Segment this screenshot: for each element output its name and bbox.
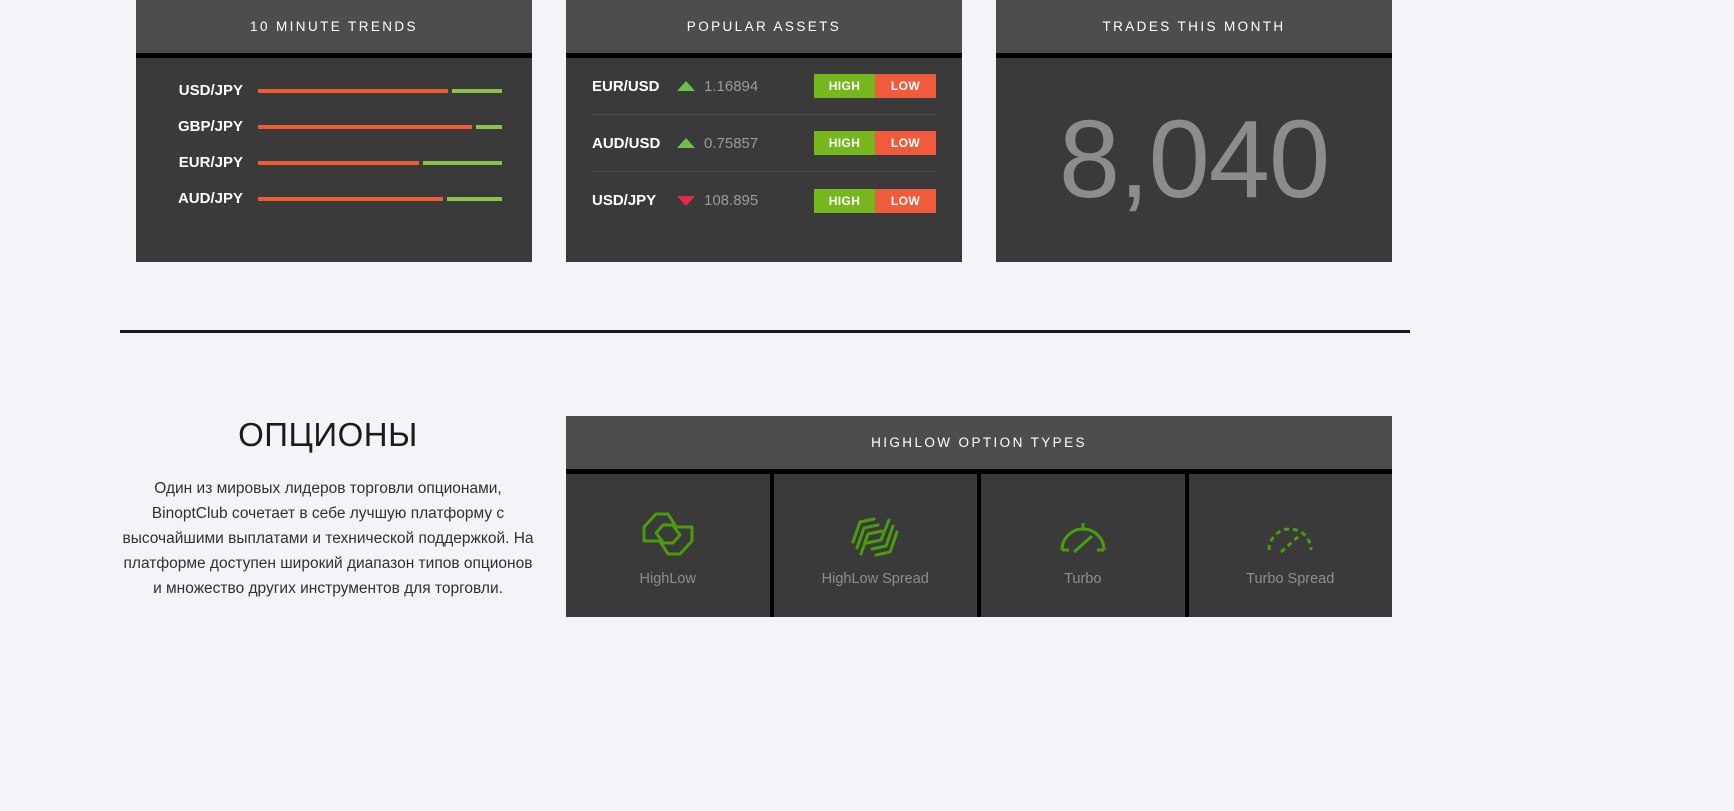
option-types-body: HighLow HighLow Spread Turbo Turbo Sprea…: [566, 474, 1392, 617]
option-type-label: HighLow Spread: [821, 570, 929, 587]
asset-row[interactable]: EUR/USD 1.16894 HIGH LOW: [592, 58, 936, 115]
trend-label: GBP/JPY: [177, 118, 243, 135]
highlow-spread-icon: [846, 505, 904, 563]
trades-card-header: TRADES THIS MONTH: [996, 0, 1392, 58]
option-types-header: HIGHLOW OPTION TYPES: [566, 416, 1392, 474]
low-button[interactable]: LOW: [875, 188, 936, 213]
trend-label: USD/JPY: [178, 82, 243, 99]
trend-row[interactable]: AUD/JPY: [166, 190, 502, 207]
asset-actions: HIGH LOW: [814, 131, 936, 155]
option-type-label: HighLow: [639, 570, 696, 587]
asset-list: EUR/USD 1.16894 HIGH LOW AUD/USD 0.75857: [566, 58, 962, 229]
trend-bar-down: [258, 88, 448, 93]
popular-assets-card: POPULAR ASSETS EUR/USD 1.16894 HIGH LOW: [566, 0, 962, 262]
option-type-label: Turbo Spread: [1246, 570, 1335, 587]
trend-list: USD/JPY GBP/JPY EUR/JPY AUD/JPY: [136, 58, 532, 217]
asset-price: 1.16894: [704, 77, 759, 95]
arrow-down-icon: [677, 195, 695, 206]
turbo-spread-gauge-icon: [1261, 505, 1319, 563]
trends-card-title: 10 MINUTE TRENDS: [250, 19, 418, 34]
trends-card-body: USD/JPY GBP/JPY EUR/JPY AUD/JPY: [136, 58, 532, 262]
widgets-row: 10 MINUTE TRENDS USD/JPY GBP/JPY EUR/JPY…: [136, 0, 1392, 262]
option-types-panel: HIGHLOW OPTION TYPES HighLow HighLow Spr…: [566, 416, 1392, 617]
trend-bar: [258, 160, 502, 165]
option-type-turbo-spread[interactable]: Turbo Spread: [1188, 474, 1392, 617]
trend-bar-up: [475, 124, 502, 129]
option-type-label: Turbo: [1064, 570, 1102, 587]
asset-pair-label: EUR/USD: [592, 77, 660, 95]
trades-card-body: 8,040: [996, 58, 1392, 262]
trend-label: AUD/JPY: [177, 190, 243, 207]
options-intro: ОПЦИОНЫ Один из мировых лидеров торговли…: [120, 416, 566, 617]
asset-row[interactable]: AUD/USD 0.75857 HIGH LOW: [592, 115, 936, 172]
trend-bar-down: [258, 196, 443, 201]
asset-actions: HIGH LOW: [814, 188, 936, 213]
trend-bar: [258, 88, 502, 93]
trades-this-month-card: TRADES THIS MONTH 8,040: [996, 0, 1392, 262]
trend-row[interactable]: USD/JPY: [166, 82, 502, 99]
asset-price: 0.75857: [704, 134, 759, 152]
turbo-gauge-icon: [1054, 505, 1112, 563]
asset-pair-label: AUD/USD: [592, 134, 661, 152]
trend-bar-down: [258, 160, 419, 165]
section-divider: [120, 330, 1410, 333]
option-types-title: HIGHLOW OPTION TYPES: [871, 435, 1087, 450]
arrow-up-icon: [677, 81, 695, 91]
option-type-highlow[interactable]: HighLow: [566, 474, 770, 617]
trend-bar: [258, 196, 502, 201]
trades-card-title: TRADES THIS MONTH: [1102, 19, 1286, 34]
trend-row[interactable]: GBP/JPY: [166, 118, 502, 135]
option-type-turbo[interactable]: Turbo: [981, 474, 1185, 617]
trend-bar-up: [446, 196, 502, 201]
trend-bar-down: [258, 124, 472, 129]
low-button[interactable]: LOW: [875, 74, 936, 98]
asset-pair-label: USD/JPY: [592, 192, 657, 209]
trend-label: EUR/JPY: [178, 154, 243, 171]
popular-assets-card-body: EUR/USD 1.16894 HIGH LOW AUD/USD 0.75857: [566, 58, 962, 262]
high-button[interactable]: HIGH: [814, 131, 875, 155]
asset-row[interactable]: USD/JPY 108.895 HIGH LOW: [592, 172, 936, 229]
intro-paragraph: Один из мировых лидеров торговли опциона…: [122, 480, 534, 598]
popular-assets-card-title: POPULAR ASSETS: [686, 19, 842, 34]
trend-bar-up: [451, 88, 502, 93]
trend-row[interactable]: EUR/JPY: [166, 154, 502, 171]
option-type-highlow-spread[interactable]: HighLow Spread: [773, 474, 977, 617]
trades-count-value: 8,040: [1058, 98, 1330, 221]
low-button[interactable]: LOW: [875, 131, 936, 155]
options-section: ОПЦИОНЫ Один из мировых лидеров торговли…: [120, 416, 1410, 617]
trend-bar-up: [422, 160, 502, 165]
high-button[interactable]: HIGH: [814, 188, 875, 213]
asset-actions: HIGH LOW: [814, 74, 936, 98]
page-title: ОПЦИОНЫ: [238, 416, 418, 453]
high-button[interactable]: HIGH: [814, 74, 875, 98]
asset-price: 108.895: [704, 192, 759, 209]
trends-card-header: 10 MINUTE TRENDS: [136, 0, 532, 58]
popular-assets-card-header: POPULAR ASSETS: [566, 0, 962, 58]
page-root: 10 MINUTE TRENDS USD/JPY GBP/JPY EUR/JPY…: [0, 0, 1734, 811]
trends-card: 10 MINUTE TRENDS USD/JPY GBP/JPY EUR/JPY…: [136, 0, 532, 262]
highlow-icon: [639, 505, 697, 563]
trend-bar: [258, 124, 502, 129]
arrow-up-icon: [677, 138, 695, 148]
